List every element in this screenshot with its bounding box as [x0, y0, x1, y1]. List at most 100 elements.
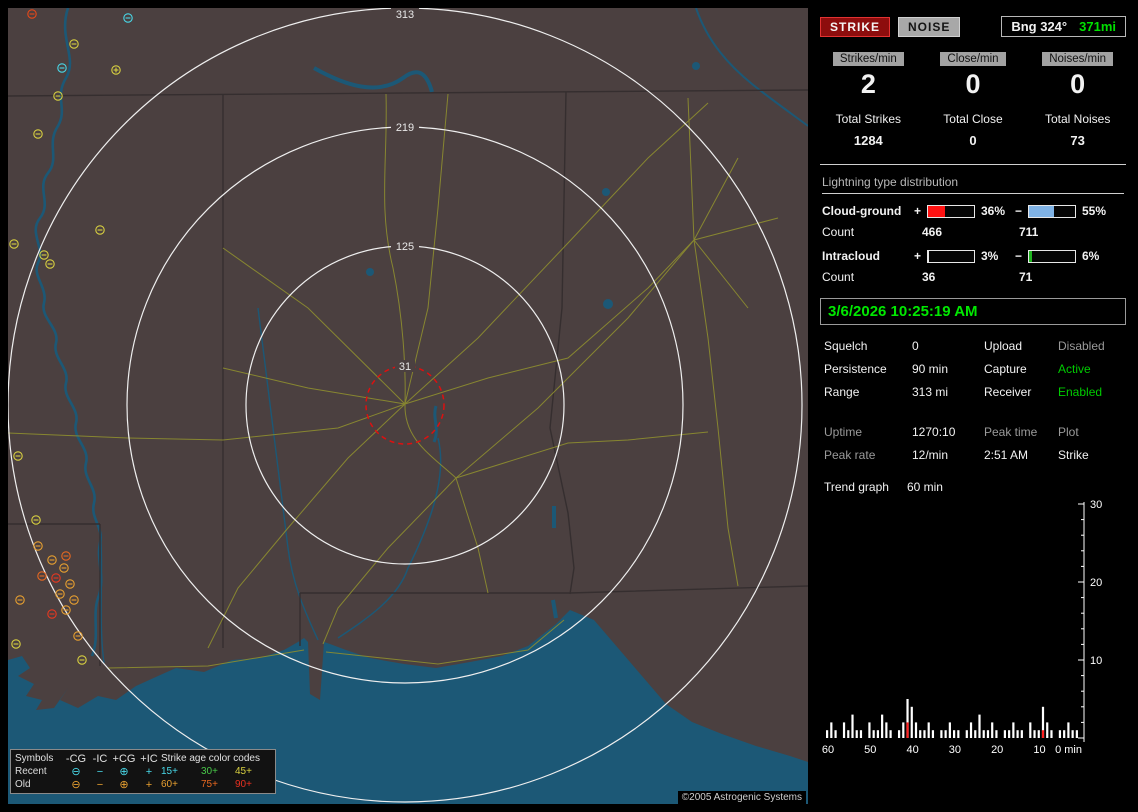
minus-sign: − [1013, 249, 1024, 263]
age-45: 45+ [235, 766, 271, 777]
trend-bars [826, 699, 1078, 738]
trend-graph-label: Trend graph [824, 480, 889, 494]
minus-sign: − [1013, 204, 1024, 218]
intracloud-row: Intracloud + 3% − 6% [816, 249, 1130, 263]
count-label: Count [822, 270, 922, 284]
peak-time-label: Peak time [984, 425, 1058, 439]
divider [820, 164, 1126, 165]
rate-counters: Strikes/min 2 Close/min 0 Noises/min 0 [816, 51, 1130, 100]
distribution-title: Lightning type distribution [822, 175, 1124, 194]
legend-col-cg-neg: -CG [63, 754, 89, 764]
lake [692, 62, 700, 70]
map-legend: Symbols -CG -IC +CG +IC Strike age color… [10, 749, 276, 794]
cg-positive-bar [927, 205, 975, 218]
trend-x-tick: 10 [1033, 744, 1045, 756]
strikes-per-min-value: 2 [816, 69, 921, 100]
persistence-label: Persistence [824, 362, 912, 376]
legend-old-label: Old [15, 779, 63, 790]
ic-negative-pct: 6% [1082, 249, 1114, 263]
uptime-value: 1270:10 [912, 425, 984, 439]
recent-cg-neg-icon: ⊖ [63, 767, 89, 777]
ic-positive-count: 36 [922, 270, 1019, 284]
bearing-box: Bng 324° 371mi [1001, 16, 1126, 37]
strike-button[interactable]: STRIKE [820, 17, 890, 37]
plot-label: Plot [1058, 425, 1134, 439]
upload-label: Upload [984, 339, 1058, 353]
totals-row: Total Strikes 1284 Total Close 0 Total N… [816, 112, 1130, 148]
total-close: Total Close 0 [921, 112, 1026, 148]
ring-label-313: 313 [396, 9, 414, 21]
recent-cg-pos-icon: ⊕ [111, 767, 137, 777]
ic-count-row: Count 36 71 [816, 270, 1130, 284]
total-close-label: Total Close [943, 112, 1002, 126]
legend-col-cg-pos: +CG [111, 754, 137, 764]
close-per-min-value: 0 [921, 69, 1026, 100]
lightning-map[interactable]: 313 219 125 31 Symbols -CG -IC +CG +IC S… [8, 8, 808, 804]
trend-axis [1078, 502, 1084, 742]
cg-positive-pct: 36% [981, 204, 1013, 218]
lake-martin [603, 299, 613, 309]
persistence-value: 90 min [912, 362, 984, 376]
legend-symbols-label: Symbols [15, 753, 63, 764]
uptime-label: Uptime [824, 425, 912, 439]
age-15: 15+ [161, 766, 201, 777]
peak-rate-value: 12/min [912, 448, 984, 462]
age-75: 75+ [201, 779, 235, 790]
noises-per-min-counter: Noises/min 0 [1025, 51, 1130, 100]
upload-status: Disabled [1058, 339, 1134, 353]
noise-button[interactable]: NOISE [898, 17, 960, 37]
range-value: 313 mi [912, 385, 984, 399]
trend-axis-labels: 3020106050403020100 min [822, 499, 1102, 756]
capture-status: Active [1058, 362, 1134, 376]
strikes-per-min-label[interactable]: Strikes/min [833, 52, 904, 66]
trend-x-tick: 0 min [1055, 744, 1082, 756]
app-window: 313 219 125 31 Symbols -CG -IC +CG +IC S… [0, 0, 1138, 812]
settings-grid: Squelch 0 Upload Disabled Persistence 90… [816, 339, 1130, 399]
total-noises-value: 73 [1025, 133, 1130, 148]
capture-label: Capture [984, 362, 1058, 376]
count-label: Count [822, 225, 922, 239]
copyright-text: ©2005 Astrogenic Systems [678, 791, 806, 804]
noises-per-min-label[interactable]: Noises/min [1042, 52, 1113, 66]
intracloud-label: Intracloud [822, 249, 912, 263]
cloud-ground-row: Cloud-ground + 36% − 55% [816, 204, 1130, 218]
peak-rate-label: Peak rate [824, 448, 912, 462]
squelch-label: Squelch [824, 339, 912, 353]
total-noises-label: Total Noises [1045, 112, 1110, 126]
age-30: 30+ [201, 766, 235, 777]
ring-label-125: 125 [396, 241, 414, 253]
old-ic-pos-icon: + [137, 780, 161, 790]
old-cg-neg-icon: ⊖ [63, 780, 89, 790]
ic-positive-bar [927, 250, 975, 263]
trend-window-value: 60 min [907, 480, 943, 494]
receiver-label: Receiver [984, 385, 1058, 399]
trend-chart-canvas: 3020106050403020100 min [822, 498, 1122, 756]
trend-x-tick: 40 [906, 744, 918, 756]
legend-col-ic-neg: -IC [89, 754, 111, 764]
stats-grid: Uptime 1270:10 Peak time Plot Peak rate … [816, 425, 1130, 462]
map-canvas[interactable]: 313 219 125 31 [8, 8, 808, 804]
strikes-per-min-counter: Strikes/min 2 [816, 51, 921, 100]
trend-x-tick: 60 [822, 744, 834, 756]
recent-ic-neg-icon: − [89, 767, 111, 777]
plus-sign: + [912, 249, 923, 263]
trend-chart: 3020106050403020100 min [816, 498, 1130, 759]
trend-x-tick: 30 [949, 744, 961, 756]
close-per-min-label[interactable]: Close/min [940, 52, 1005, 66]
trend-y-tick: 20 [1090, 577, 1102, 589]
trend-y-tick: 10 [1090, 655, 1102, 667]
bearing-value: Bng 324° [1011, 19, 1067, 34]
total-strikes: Total Strikes 1284 [816, 112, 921, 148]
datetime-display: 3/6/2026 10:25:19 AM [820, 298, 1126, 325]
cg-negative-count: 711 [1019, 225, 1116, 239]
ring-label-219: 219 [396, 122, 414, 134]
old-ic-neg-icon: − [89, 780, 111, 790]
bearing-distance: 371mi [1079, 19, 1116, 34]
ic-negative-bar [1028, 250, 1076, 263]
total-close-value: 0 [921, 133, 1026, 148]
receiver-status: Enabled [1058, 385, 1134, 399]
lake [602, 188, 610, 196]
lake [366, 268, 374, 276]
trend-x-tick: 50 [864, 744, 876, 756]
cg-negative-pct: 55% [1082, 204, 1114, 218]
